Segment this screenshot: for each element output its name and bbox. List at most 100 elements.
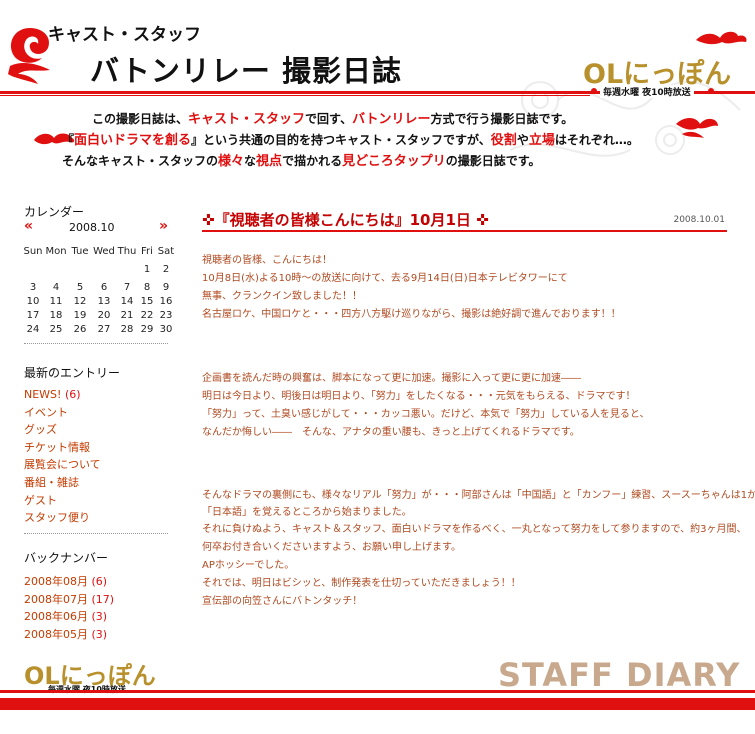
backnumber-label[interactable]: 2008年05月: [24, 628, 88, 641]
brand-dot-right: [708, 88, 714, 94]
post-line: 「日本語」を覚えるところから始まりました。: [202, 507, 412, 518]
intro-line-2: 『面白いドラマを創る』という共通の目的を持つキャスト・スタッフですが、役割や立場…: [62, 129, 639, 148]
calendar-week: 12: [22, 258, 176, 280]
calendar-day: 15: [140, 295, 154, 307]
calendar-day: 21: [120, 309, 134, 321]
backnumber-heading: バックナンバー: [24, 551, 109, 565]
calendar-day: 23: [159, 309, 173, 321]
page-header: キャスト・スタッフ バトンリレー 撮影日誌 OLにっぽん 毎週水曜 夜10時放送…: [0, 0, 755, 170]
sidebar-divider: [24, 343, 168, 344]
calendar-day: 22: [140, 309, 154, 321]
entry-label[interactable]: 番組・雑誌: [24, 476, 79, 489]
calendar-day: 5: [76, 281, 84, 293]
post-date: 2008.10.01: [673, 215, 725, 225]
entry-link[interactable]: スタッフ便り: [24, 509, 101, 527]
post-line: 宣伝部の向笠さんにバトンタッチ！: [202, 596, 363, 607]
calendar-weekday: Sat: [157, 245, 175, 257]
backnumber-label[interactable]: 2008年08月: [24, 575, 88, 588]
footer-bar: [0, 698, 755, 710]
calendar-day: 16: [159, 295, 173, 307]
brand-subtitle: 毎週水曜 夜10時放送: [600, 85, 694, 98]
calendar-days: 1 2 3 4 5 6 7 8 9 10 11 12 13 14 15 16 17 18 19 20 21 22 23 24 2…: [22, 258, 176, 336]
calendar-day: [68, 258, 92, 280]
post-line: それに負けぬよう、キャスト＆スタッフ、面白いドラマを作るべく、一丸となって努力を…: [202, 524, 747, 535]
calendar-month: 2008.10: [69, 221, 115, 234]
calendar-day: 14: [120, 295, 134, 307]
post-line: APホッシーでした。: [202, 560, 295, 571]
calendar-nav: « 2008.10 »: [24, 218, 168, 236]
entry-label[interactable]: スタッフ便り: [24, 511, 90, 524]
calendar-day: 4: [52, 281, 60, 293]
intro-text: で回す、: [305, 112, 353, 126]
entry-link[interactable]: ゲスト: [24, 492, 101, 510]
calendar-weekday: Fri: [141, 245, 153, 257]
entry-label[interactable]: チケット情報: [24, 441, 90, 454]
calendar-day: 26: [73, 323, 87, 335]
intro-line-3: そんなキャスト・スタッフの様々な視点で描かれる見どころタップリの撮影日誌です。: [62, 150, 541, 169]
backnumber-link[interactable]: 2008年08月 (6): [24, 573, 114, 591]
post-line: 「努力」って、土臭い感じがして・・・カッコ悪い。だけど、本気で「努力」している人…: [202, 409, 650, 420]
entry-link[interactable]: チケット情報: [24, 439, 101, 457]
calendar-weekday: Mon: [45, 245, 67, 257]
entry-link[interactable]: 番組・雑誌: [24, 474, 101, 492]
calendar-day: 17: [26, 309, 40, 321]
intro-highlight: 面白いドラマを創る: [74, 133, 192, 148]
post-title[interactable]: ✜『視聴者の皆様こんにちは』10月1日 ✜: [202, 209, 489, 230]
calendar-week: 24 25 26 27 28 29 30: [22, 322, 176, 336]
intro-highlight: 様々: [218, 154, 245, 169]
entry-label[interactable]: グッズ: [24, 423, 57, 436]
backnumber-link[interactable]: 2008年06月 (3): [24, 608, 114, 626]
backnumber-label[interactable]: 2008年07月: [24, 593, 88, 606]
entry-label[interactable]: NEWS!: [24, 388, 61, 401]
intro-highlight: 立場: [528, 133, 555, 148]
entry-label[interactable]: ゲスト: [24, 494, 57, 507]
calendar-week: 3 4 5 6 789: [22, 280, 176, 294]
intro-text: な: [244, 154, 257, 168]
entry-label[interactable]: 展覧会について: [24, 458, 101, 471]
calendar-day: 10: [26, 295, 40, 307]
calendar-weekday: Sun: [23, 245, 43, 257]
backnumber-link[interactable]: 2008年07月 (17): [24, 591, 114, 609]
post-line: 視聴者の皆様、こんにちは！: [202, 255, 332, 266]
calendar-prev-button[interactable]: «: [24, 218, 33, 234]
calendar-next-button[interactable]: »: [159, 218, 168, 234]
calendar-day: 29: [140, 323, 154, 335]
calendar-day: 24: [26, 323, 40, 335]
intro-text: はそれぞれ…。: [554, 133, 639, 147]
entries-list: NEWS! (6) イベントグッズチケット情報 展覧会について 番組・雑誌ゲストスタッ…: [24, 386, 101, 527]
sidebar-divider: [24, 533, 168, 534]
entry-link[interactable]: NEWS! (6): [24, 386, 101, 404]
entry-link[interactable]: グッズ: [24, 421, 101, 439]
calendar-day: 12: [73, 295, 87, 307]
calendar-day: 8: [143, 281, 151, 293]
backnumber-label[interactable]: 2008年06月: [24, 610, 88, 623]
backnumber-list: 2008年08月 (6) 2008年07月 (17) 2008年06月 (3) 200…: [24, 573, 114, 643]
calendar-day: 18: [49, 309, 63, 321]
calendar-day: 13: [97, 295, 111, 307]
entry-link[interactable]: イベント: [24, 404, 101, 422]
calendar-weekday: Wed: [93, 245, 115, 257]
intro-highlight: 視点: [256, 154, 283, 169]
intro-text: 『: [62, 133, 75, 147]
calendar-day: 30: [159, 323, 173, 335]
post-line: 企画書を読んだ時の興奮は、脚本になって更に加速。撮影に入って更に更に加速――: [202, 373, 581, 384]
post-line: 10月8日(水)よる10時～の放送に向けて、去る9月14日(日)日本テレビタワー…: [202, 273, 568, 284]
backnumber-count: (6): [88, 575, 108, 588]
post-line: そんなドラマの裏側にも、様々なリアル「努力」が・・・阿部さんは「中国語」と「カン…: [202, 490, 755, 501]
red-cloud-icon: [676, 118, 718, 138]
red-cloud-icon: [696, 31, 747, 45]
intro-text: 方式で行う撮影日誌です。: [430, 112, 574, 126]
backnumber-link[interactable]: 2008年05月 (3): [24, 626, 114, 644]
brand-dot-left: [591, 88, 597, 94]
calendar-day: 27: [97, 323, 111, 335]
calendar-weekday: Thu: [117, 245, 137, 257]
entry-label[interactable]: イベント: [24, 406, 68, 419]
post-line: 明日は今日より、明後日は明日より、「努力」をしたくなる・・・元気をもらえる、ドラ…: [202, 391, 636, 402]
entry-link[interactable]: 展覧会について: [24, 456, 101, 474]
intro-text: そんなキャスト・スタッフの: [62, 154, 219, 168]
calendar-week: 10 11 12 13 14 15 16: [22, 294, 176, 308]
calendar-day: [92, 258, 116, 280]
entries-heading: 最新のエントリー: [24, 366, 121, 380]
calendar-grid: Sun Mon Tue Wed Thu Fri Sat 1 2 3 4 5 6 7 8 9 10 11 12 13 1…: [22, 244, 176, 336]
header-divider-thin: [0, 95, 590, 96]
